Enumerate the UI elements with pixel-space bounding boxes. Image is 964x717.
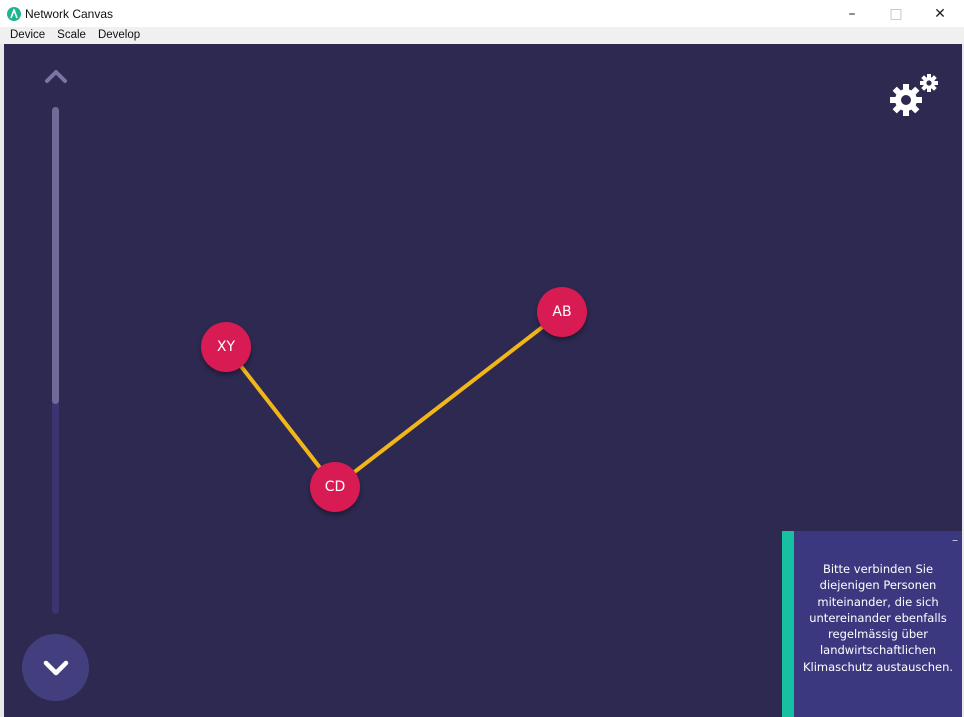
maximize-button[interactable]: □ [874,0,918,27]
edge-xy-cd[interactable] [224,345,337,489]
node-label: CD [324,479,346,495]
window-title: Network Canvas [25,7,114,21]
timeline-progress-fill [52,107,59,404]
node-cd[interactable]: CD [310,462,360,512]
menu-bar: Device Scale Develop [0,27,964,44]
minimize-icon: – [848,5,856,22]
gears-icon [890,74,938,116]
chevron-up-icon[interactable] [44,68,68,84]
menu-scale[interactable]: Scale [51,27,92,44]
close-icon: ✕ [934,5,946,22]
timeline-progress-track[interactable] [52,107,59,614]
node-xy[interactable]: XY [201,322,251,372]
minimize-button[interactable]: – [830,0,874,27]
edge-cd-ab[interactable] [333,310,564,489]
app-logo-icon [7,7,21,21]
settings-icon[interactable] [884,72,940,118]
node-ab[interactable]: AB [537,287,587,337]
chevron-down-icon [43,660,68,675]
prompt-panel: – Bitte verbinden Sie diejenigen Persone… [782,531,962,717]
node-label: AB [552,304,572,320]
menu-develop[interactable]: Develop [92,27,146,44]
menu-device[interactable]: Device [0,27,51,44]
close-button[interactable]: ✕ [918,0,962,27]
prompt-text: Bitte verbinden Sie diejenigen Personen … [802,562,954,674]
prompt-accent-bar [782,531,794,717]
network-canvas[interactable]: XY AB CD – Bitte verbinden Sie diejenige… [4,44,962,717]
node-label: XY [216,339,236,355]
title-bar: Network Canvas – □ ✕ [0,0,964,27]
prompt-minimize-button[interactable]: – [952,533,958,547]
next-stage-button[interactable] [22,634,89,701]
maximize-icon: □ [889,5,903,22]
